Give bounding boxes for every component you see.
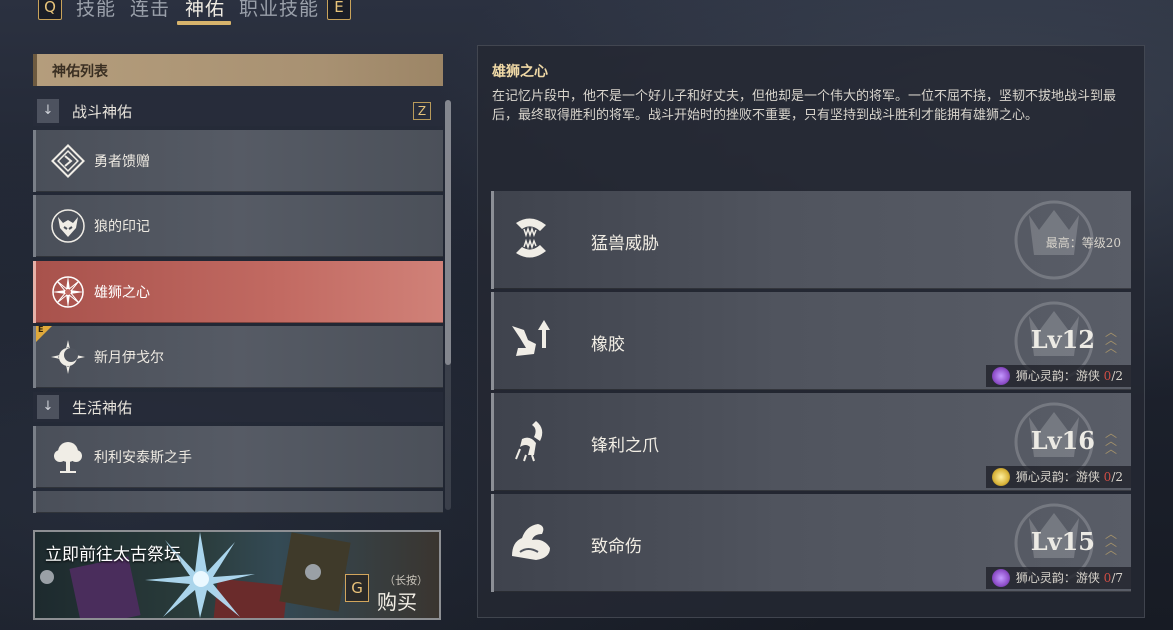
list-item-label: 雄狮之心 <box>94 285 150 301</box>
list-item-wolf-mark[interactable]: 狼的印记 <box>33 195 443 257</box>
buy-key-hint[interactable]: G <box>345 574 369 602</box>
skill-rubber[interactable]: 橡胶 Lv12 ︿ ︿ ︿ 狮心灵韵：游侠 0/2 <box>491 292 1131 390</box>
collapse-arrow-icon[interactable]: ↓ <box>37 99 59 123</box>
active-tab-indicator <box>177 21 231 25</box>
detail-title: 雄狮之心 <box>492 64 548 80</box>
skill-level: Lv15 <box>1030 527 1095 556</box>
section-life-blessing[interactable]: ↓ 生活神佑 <box>33 392 443 422</box>
blessing-list-title: 神佑列表 <box>52 64 108 80</box>
level-up-chevron-icon: ︿ ︿ ︿ <box>1104 325 1117 355</box>
list-item-label: 勇者馈赠 <box>94 154 150 170</box>
list-item-crescent-igor[interactable]: E 新月伊戈尔 <box>33 325 443 388</box>
list-item-lilianthes-hand[interactable]: 利利安泰斯之手 <box>33 426 443 488</box>
beast-jaw-icon <box>516 218 546 258</box>
list-item-label: 利利安泰斯之手 <box>94 450 192 466</box>
wolf-head-icon <box>51 209 85 243</box>
tab-blessing[interactable]: 神佑 <box>185 0 225 21</box>
skill-max-level: 最高：等级20 <box>1045 236 1121 250</box>
ancient-altar-banner[interactable]: 立即前往太古祭坛 G （长按） 购买 <box>33 530 441 620</box>
tab-class-skills[interactable]: 职业技能 <box>239 0 319 21</box>
crescent-sun-icon <box>51 340 85 374</box>
section-label: 战斗神佑 <box>72 103 133 121</box>
skill-name: 致命伤 <box>591 537 642 557</box>
skill-level: Lv16 <box>1030 426 1095 455</box>
list-item-label: 狼的印记 <box>94 219 150 235</box>
prev-tab-key[interactable]: Q <box>38 0 62 20</box>
collapse-arrow-icon[interactable]: ↓ <box>37 395 59 419</box>
skill-level: Lv12 <box>1030 325 1095 354</box>
flex-arm-icon <box>512 524 550 560</box>
detail-description: 在记忆片段中，他不是一个好儿子和好丈夫，但他却是一个伟大的将军。一位不屈不挠，坚… <box>492 89 1117 123</box>
scrollbar-thumb[interactable] <box>445 100 451 365</box>
section-key-hint: Z <box>413 102 431 120</box>
skill-name: 猛兽威胁 <box>591 234 659 254</box>
blessing-list-header: 神佑列表 <box>33 54 443 86</box>
skill-name: 橡胶 <box>591 335 625 355</box>
purple-gem-icon <box>991 367 1010 385</box>
skill-requirement: 狮心灵韵：游侠 0/7 <box>985 567 1131 589</box>
tree-icon <box>54 442 82 473</box>
next-tab-key[interactable]: E <box>327 0 351 20</box>
list-item-label: 新月伊戈尔 <box>94 350 164 366</box>
section-battle-blessing[interactable]: ↓ 战斗神佑 Z <box>33 96 443 126</box>
level-up-chevron-icon: ︿ ︿ ︿ <box>1104 426 1117 456</box>
buy-button[interactable]: 购买 <box>377 586 417 615</box>
skill-requirement: 狮心灵韵：游侠 0/2 <box>985 466 1131 488</box>
list-scrollbar[interactable] <box>445 100 451 510</box>
list-item-partial[interactable] <box>33 491 443 513</box>
leg-boost-icon <box>512 320 550 356</box>
tab-combo[interactable]: 连击 <box>130 0 170 21</box>
tab-skills[interactable]: 技能 <box>76 0 116 21</box>
level-up-chevron-icon: ︿ ︿ ︿ <box>1104 527 1117 557</box>
list-item-lion-heart[interactable]: 雄狮之心 <box>33 261 443 323</box>
section-label: 生活神佑 <box>72 399 133 417</box>
banner-title: 立即前往太古祭坛 <box>45 545 181 565</box>
skill-sharp-claw[interactable]: 锋利之爪 Lv16 ︿ ︿ ︿ 狮心灵韵：游侠 0/2 <box>491 393 1131 491</box>
skill-name: 锋利之爪 <box>591 436 659 456</box>
top-tab-bar: Q 技能 连击 神佑 职业技能 E <box>0 0 400 30</box>
list-item-brave-gift[interactable]: 勇者馈赠 <box>33 130 443 192</box>
gold-gem-icon <box>991 468 1010 486</box>
skill-requirement: 狮心灵韵：游侠 0/2 <box>985 365 1131 387</box>
compass-star-icon <box>52 276 84 308</box>
claw-icon <box>515 421 543 462</box>
rune-diamond-icon <box>51 144 85 178</box>
purple-gem-icon <box>991 569 1010 587</box>
skill-fatal-wound[interactable]: 致命伤 Lv15 ︿ ︿ ︿ 狮心灵韵：游侠 0/7 <box>491 494 1131 592</box>
skill-beast-threat[interactable]: 猛兽威胁 最高：等级20 <box>491 191 1131 289</box>
